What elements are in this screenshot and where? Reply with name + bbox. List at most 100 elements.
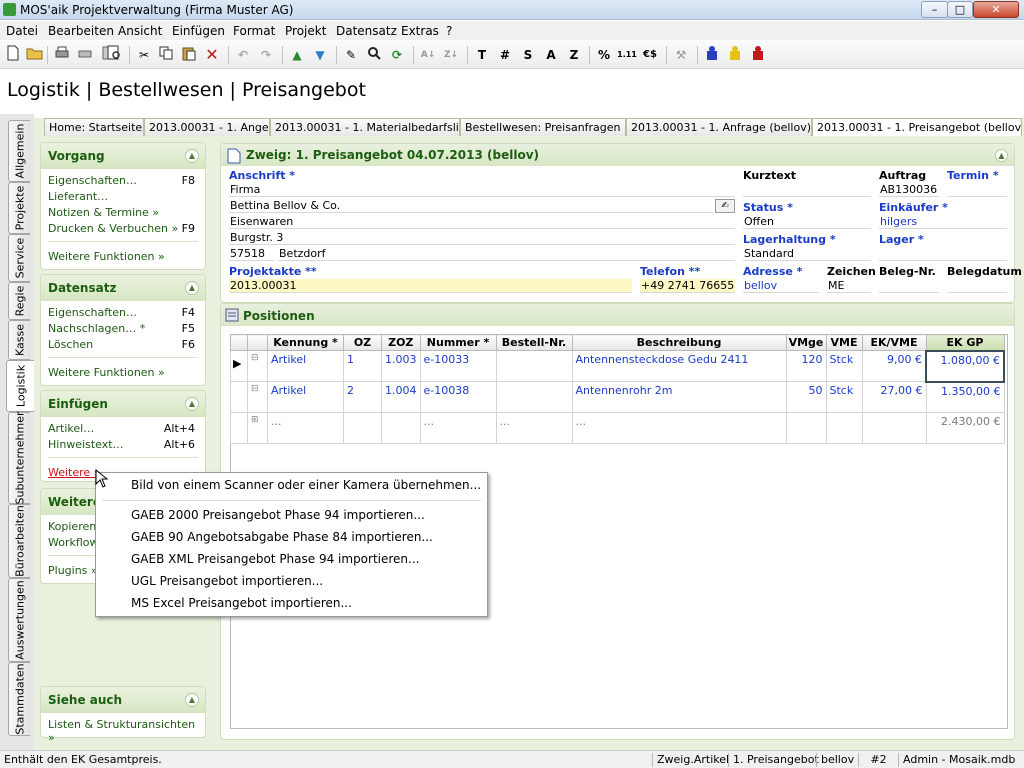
menu-item-gaeb90[interactable]: GAEB 90 Angebotsabgabe Phase 84 importie… xyxy=(131,530,433,544)
einkaeufer-field[interactable]: hilgers xyxy=(879,215,1007,229)
column-header[interactable]: EK GP xyxy=(925,334,1005,351)
column-header[interactable]: EK/VME xyxy=(861,334,927,351)
table-cell[interactable]: Artikel xyxy=(267,381,344,413)
table-cell[interactable] xyxy=(495,381,573,413)
menu-projekt[interactable]: Projekt xyxy=(285,24,326,38)
table-cell[interactable]: Stck xyxy=(825,350,863,382)
link-eigenschaften[interactable]: Eigenschaften… xyxy=(48,174,137,187)
address-line-1[interactable]: Firma xyxy=(229,183,735,197)
table-row[interactable]: ⊟ Artikel 2 1.004 e-10038 Antennenrohr 2… xyxy=(230,381,1005,413)
add-row-icon[interactable]: ⊞ xyxy=(247,412,268,444)
user-red-icon[interactable] xyxy=(748,45,768,65)
table-row[interactable]: ▶ ⊟ Artikel 1 1.003 e-10033 Antennenstec… xyxy=(230,349,1005,383)
open-folder-icon[interactable] xyxy=(25,45,45,65)
menu-datei[interactable]: Datei xyxy=(6,24,38,38)
undo-icon[interactable]: ↶ xyxy=(233,45,253,65)
doc-tab-preisangebot[interactable]: 2013.00031 - 1. Preisangebot (bellov) ✕ xyxy=(812,118,1022,136)
redo-icon[interactable]: ↷ xyxy=(256,45,276,65)
table-cell[interactable]: Antennensteckdose Gedu 2411 xyxy=(571,350,787,382)
collapse-icon[interactable]: ▲ xyxy=(995,149,1008,162)
link-notizen[interactable]: Notizen & Termine » xyxy=(48,206,159,219)
sort-asc-icon[interactable]: A↓ xyxy=(418,45,438,65)
table-cell[interactable]: 50 xyxy=(785,381,827,413)
link-listen[interactable]: Listen & Strukturansichten » xyxy=(48,718,205,744)
menu-item-ugl[interactable]: UGL Preisangebot importieren... xyxy=(131,574,323,588)
link-plugins[interactable]: Plugins » xyxy=(48,564,98,577)
format-a-button[interactable]: A xyxy=(541,45,561,65)
link-workflow[interactable]: Workflow xyxy=(48,536,99,549)
sort-desc-icon[interactable]: Z↓ xyxy=(441,45,461,65)
doc-tab-preisanfragen[interactable]: Bestellwesen: Preisanfragen ✕ xyxy=(460,118,626,136)
doc-tab-angebot[interactable]: 2013.00031 - 1. Angebo xyxy=(144,118,270,136)
column-header[interactable]: Beschreibung xyxy=(571,334,787,351)
menu-item-gaeb2000[interactable]: GAEB 2000 Preisangebot Phase 94 importie… xyxy=(131,508,425,522)
collapse-icon[interactable]: ▲ xyxy=(185,693,199,707)
new-file-icon[interactable] xyxy=(3,45,23,65)
currency-button[interactable]: €$ xyxy=(640,45,660,65)
link-weitere-funktionen[interactable]: Weitere Funktionen » xyxy=(48,250,165,263)
table-cell[interactable]: 27,00 € xyxy=(861,381,927,413)
address-line-2[interactable]: Bettina Bellov & Co. xyxy=(229,199,713,213)
table-row[interactable]: ⊞ ... ... ... ... 2.430,00 € xyxy=(230,412,1005,444)
column-header[interactable]: Bestell-Nr. xyxy=(495,334,573,351)
expand-icon[interactable]: ⊟ xyxy=(247,381,268,413)
address-line-4[interactable]: Burgstr. 3 xyxy=(229,231,735,245)
link-kopieren[interactable]: Kopieren xyxy=(48,520,96,533)
ort-field[interactable]: Betzdorf xyxy=(278,247,735,261)
address-line-3[interactable]: Eisenwaren xyxy=(229,215,735,229)
belegnr-field[interactable] xyxy=(879,279,939,293)
user-blue-icon[interactable] xyxy=(702,45,722,65)
table-cell[interactable]: ... xyxy=(571,412,787,444)
table-cell[interactable]: e-10033 xyxy=(419,350,497,382)
collapse-icon[interactable]: ▲ xyxy=(185,149,199,163)
tab-subunternehmer[interactable]: Subunternehmer xyxy=(8,411,30,505)
doc-tab-materialbedarf[interactable]: 2013.00031 - 1. Materialbedarfsliste ( xyxy=(270,118,460,136)
tools-icon[interactable]: ⚒ xyxy=(671,45,691,65)
close-button[interactable]: ✕ xyxy=(973,1,1019,18)
status-field[interactable]: Offen xyxy=(743,215,871,229)
table-cell[interactable]: ... xyxy=(495,412,573,444)
address-picker-icon[interactable]: ✍ xyxy=(715,199,735,213)
column-header[interactable]: VME xyxy=(825,334,863,351)
table-cell[interactable]: 9,00 € xyxy=(861,350,927,382)
termin-field[interactable] xyxy=(947,183,1007,197)
belegdatum-field[interactable] xyxy=(947,279,1007,293)
print-preview-icon[interactable] xyxy=(104,45,124,65)
table-cell[interactable]: 120 xyxy=(785,350,827,382)
tab-stammdaten[interactable]: Stammdaten xyxy=(8,662,30,736)
adresse-field[interactable]: bellov xyxy=(743,279,819,293)
print-setup-icon[interactable] xyxy=(75,45,95,65)
tab-allgemein[interactable]: Allgemein xyxy=(8,120,30,182)
link-weitere[interactable]: Weitere » xyxy=(48,466,100,479)
table-cell[interactable] xyxy=(495,350,573,382)
menu-item-gaebxml[interactable]: GAEB XML Preisangebot Phase 94 importier… xyxy=(131,552,419,566)
kurztext-field[interactable] xyxy=(743,183,871,197)
tab-logistik[interactable]: Logistik xyxy=(6,360,34,412)
doc-tab-anfrage[interactable]: 2013.00031 - 1. Anfrage (bellov) ✕ xyxy=(626,118,812,136)
tab-auswertungen[interactable]: Auswertungen xyxy=(8,578,30,662)
link-hinweistext[interactable]: Hinweistext… xyxy=(48,438,124,451)
column-header[interactable]: VMge xyxy=(785,334,827,351)
menu-help[interactable]: ? xyxy=(446,24,452,38)
lager-field[interactable] xyxy=(879,247,1007,261)
telefon-field[interactable]: +49 2741 76655 xyxy=(640,279,735,293)
copy-icon[interactable] xyxy=(156,45,176,65)
menu-format[interactable]: Format xyxy=(233,24,275,38)
tab-service[interactable]: Service xyxy=(8,234,30,282)
table-cell[interactable]: Antennenrohr 2m xyxy=(571,381,787,413)
move-down-icon[interactable]: ▼ xyxy=(310,45,330,65)
expand-icon[interactable]: ⊟ xyxy=(247,350,268,382)
menu-einfuegen[interactable]: Einfügen xyxy=(172,24,225,38)
menu-item-excel[interactable]: MS Excel Preisangebot importieren... xyxy=(131,596,352,610)
maximize-button[interactable]: □ xyxy=(947,1,973,18)
link-drucken[interactable]: Drucken & Verbuchen » xyxy=(48,222,178,235)
table-cell[interactable]: Stck xyxy=(825,381,863,413)
table-cell[interactable]: 1.004 xyxy=(381,381,421,413)
link-nachschlagen[interactable]: Nachschlagen… * xyxy=(48,322,145,335)
auftrag-field[interactable]: AB130036 xyxy=(879,183,939,197)
column-header[interactable]: Kennung * xyxy=(267,334,344,351)
cut-icon[interactable]: ✂ xyxy=(134,45,154,65)
doc-tab-home[interactable]: Home: Startseite xyxy=(44,118,144,136)
find-icon[interactable] xyxy=(364,45,384,65)
table-cell-selected[interactable]: 1.080,00 € xyxy=(925,349,1005,383)
